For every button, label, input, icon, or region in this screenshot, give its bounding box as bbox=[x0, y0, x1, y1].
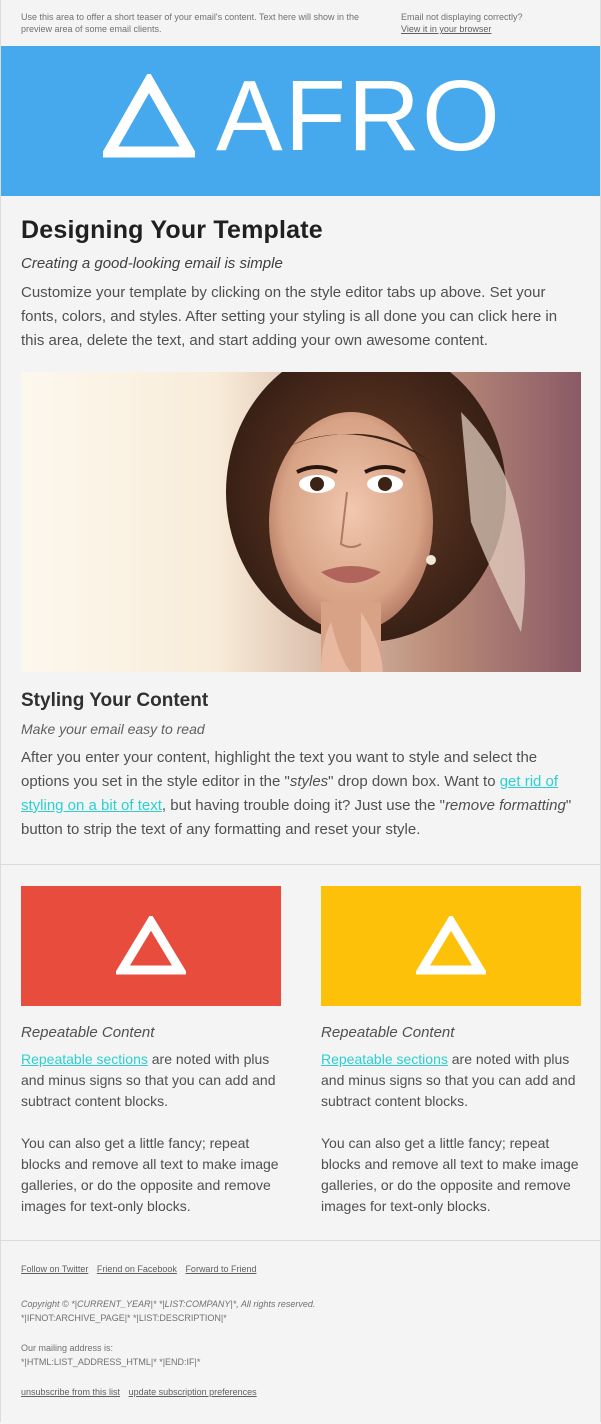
triangle-icon bbox=[416, 916, 486, 975]
column-paragraph: You can also get a little fancy; repeat … bbox=[21, 1135, 279, 1214]
left-column-tile bbox=[21, 886, 281, 1006]
column-title: Repeatable Content bbox=[21, 1024, 155, 1041]
preheader-teaser: Use this area to offer a short teaser of… bbox=[21, 12, 360, 34]
brand-logo-text: AFRO bbox=[216, 60, 502, 172]
right-column-tile bbox=[321, 886, 581, 1006]
repeatable-sections-link[interactable]: Repeatable sections bbox=[21, 1051, 148, 1067]
triangle-logo-icon bbox=[103, 74, 195, 158]
intro-body: Customize your template by clicking on t… bbox=[21, 284, 558, 349]
preheader: Use this area to offer a short teaser of… bbox=[0, 0, 601, 47]
copyright-block: Copyright © *|CURRENT_YEAR|* *|LIST:COMP… bbox=[21, 1297, 581, 1325]
styling-subtitle: Make your email easy to read bbox=[21, 721, 205, 737]
column-title: Repeatable Content bbox=[321, 1024, 455, 1041]
copyright-text: Copyright © *|CURRENT_YEAR|* *|LIST:COMP… bbox=[21, 1299, 316, 1309]
friend-facebook-link[interactable]: Friend on Facebook bbox=[97, 1264, 177, 1274]
left-column-content: Repeatable Content Repeatable sections a… bbox=[21, 1022, 283, 1238]
column-paragraph: Repeatable sections are noted with plus … bbox=[321, 1051, 576, 1109]
portrait-illustration bbox=[21, 372, 581, 672]
column-paragraph: Repeatable sections are noted with plus … bbox=[21, 1051, 276, 1109]
styling-title: Styling Your Content bbox=[21, 690, 209, 711]
repeatable-sections-link[interactable]: Repeatable sections bbox=[321, 1051, 448, 1067]
subscription-links: unsubscribe from this list update subscr… bbox=[21, 1385, 581, 1399]
mailing-label: Our mailing address is: bbox=[21, 1343, 114, 1353]
unsubscribe-link[interactable]: unsubscribe from this list bbox=[21, 1387, 120, 1397]
right-column-content: Repeatable Content Repeatable sections a… bbox=[321, 1022, 583, 1238]
follow-twitter-link[interactable]: Follow on Twitter bbox=[21, 1264, 88, 1274]
triangle-icon bbox=[116, 916, 186, 975]
forward-friend-link[interactable]: Forward to Friend bbox=[185, 1264, 256, 1274]
preheader-browser-notice: Email not displaying correctly? View it … bbox=[401, 11, 581, 35]
styles-emphasis: styles bbox=[289, 773, 329, 790]
update-preferences-link[interactable]: update subscription preferences bbox=[129, 1387, 257, 1397]
intro-subtitle: Creating a good-looking email is simple bbox=[21, 255, 283, 272]
archive-text: *|IFNOT:ARCHIVE_PAGE|* *|LIST:DESCRIPTIO… bbox=[21, 1313, 227, 1323]
footer: Follow on Twitter Friend on Facebook For… bbox=[21, 1262, 581, 1399]
social-links: Follow on Twitter Friend on Facebook For… bbox=[21, 1262, 581, 1276]
view-in-browser-link[interactable]: View it in your browser bbox=[401, 24, 491, 34]
remove-formatting-emphasis: remove formatting bbox=[444, 797, 566, 814]
intro-title: Designing Your Template bbox=[21, 216, 323, 244]
not-displaying-text: Email not displaying correctly? bbox=[401, 12, 523, 22]
styling-body: After you enter your content, highlight … bbox=[21, 749, 572, 838]
hero-portrait-image bbox=[21, 372, 581, 672]
section-divider bbox=[1, 864, 600, 865]
column-paragraph: You can also get a little fancy; repeat … bbox=[321, 1135, 579, 1214]
mailing-address: *|HTML:LIST_ADDRESS_HTML|* *|END:IF|* bbox=[21, 1357, 201, 1367]
mailing-address-block: Our mailing address is: *|HTML:LIST_ADDR… bbox=[21, 1341, 581, 1369]
footer-divider bbox=[1, 1240, 600, 1241]
